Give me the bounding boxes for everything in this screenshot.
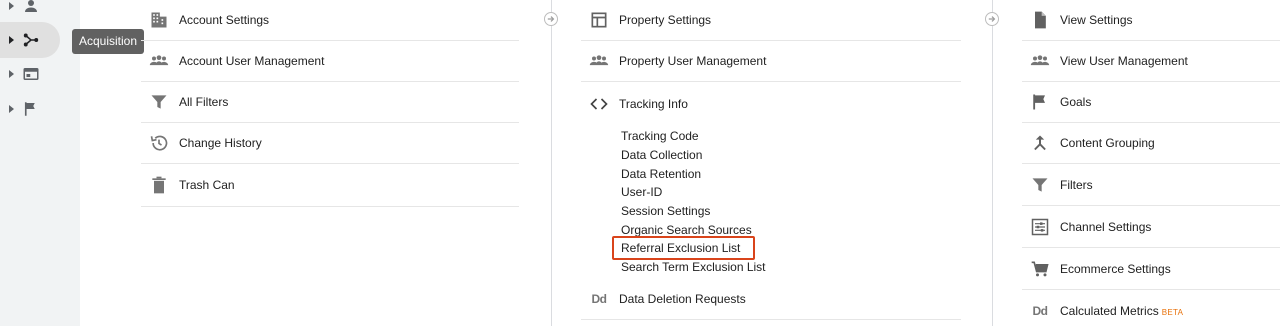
rail-item-acquisition[interactable] [0, 22, 60, 58]
data-deletion-requests-item[interactable]: Dd Data Deletion Requests [581, 278, 961, 320]
menu-item-label: Property User Management [619, 54, 767, 68]
layout-icon [589, 10, 609, 30]
rail-item-behavior[interactable] [0, 56, 60, 92]
flag-icon [24, 102, 35, 116]
column-divider [551, 0, 552, 326]
session-settings-link[interactable]: Session Settings [621, 204, 710, 218]
acquisition-icon [23, 33, 39, 47]
left-nav-rail [0, 0, 80, 326]
menu-item-label: Goals [1060, 95, 1092, 109]
change-history-item[interactable]: Change History [141, 123, 519, 164]
menu-item-label: Data Deletion Requests [619, 291, 746, 306]
menu-item-label: Trash Can [179, 178, 235, 192]
dd-icon: Dd [591, 291, 608, 306]
trash-icon [149, 175, 169, 195]
dd-icon: Dd [1032, 304, 1049, 318]
menu-item-label: Filters [1060, 177, 1093, 192]
goals-item[interactable]: Goals [1022, 82, 1280, 123]
history-icon [149, 133, 169, 153]
beta-badge: BETA [1161, 308, 1184, 317]
calculated-metrics-label: Calculated Metrics [1060, 304, 1159, 318]
menu-item-label: Calculated Metrics BETA [1060, 304, 1183, 318]
content-grouping-item[interactable]: Content Grouping [1022, 123, 1280, 164]
tracking-code-link[interactable]: Tracking Code [621, 129, 699, 143]
tooltip: Acquisition [72, 29, 145, 54]
column-divider [992, 0, 993, 326]
menu-item-label: Content Grouping [1060, 136, 1155, 150]
highlight-box [612, 236, 755, 260]
menu-item-label: All Filters [179, 95, 229, 109]
building-icon [149, 10, 169, 30]
account-settings-item[interactable]: Account Settings [141, 0, 519, 41]
person-icon [25, 0, 37, 12]
user-id-link[interactable]: User-ID [621, 185, 662, 199]
menu-item-label: View User Management [1060, 54, 1188, 68]
caret-right-icon [9, 105, 14, 113]
code-icon [589, 94, 609, 114]
caret-right-icon [9, 70, 14, 78]
people-icon [149, 51, 169, 71]
ecommerce-settings-item[interactable]: Ecommerce Settings [1022, 248, 1280, 290]
merge-icon [1030, 133, 1050, 153]
view-user-management-item[interactable]: View User Management [1022, 41, 1280, 82]
people-icon [1030, 51, 1050, 71]
menu-item-label: Change History [179, 136, 262, 150]
tracking-info-item[interactable]: Tracking Info [581, 82, 961, 126]
flag-icon [1030, 92, 1050, 112]
menu-item-label: Channel Settings [1060, 219, 1152, 234]
browser-window-icon [23, 68, 39, 80]
property-settings-item[interactable]: Property Settings [581, 0, 961, 41]
menu-item-label: Tracking Info [619, 97, 688, 111]
menu-item-label: Ecommerce Settings [1060, 261, 1171, 276]
menu-item-label: Account Settings [179, 13, 270, 27]
menu-item-label: Account User Management [179, 54, 325, 68]
people-icon [589, 51, 609, 71]
view-settings-item[interactable]: View Settings [1022, 0, 1280, 41]
data-retention-link[interactable]: Data Retention [621, 167, 701, 181]
rail-item-audience[interactable] [0, 0, 60, 24]
menu-item-label: View Settings [1060, 13, 1133, 27]
rail-item-conversions[interactable] [0, 91, 60, 127]
caret-right-icon [9, 2, 14, 10]
all-filters-item[interactable]: All Filters [141, 82, 519, 123]
menu-item-label: Property Settings [619, 13, 712, 27]
arrow-right-icon [985, 12, 999, 26]
cart-icon [1030, 259, 1050, 279]
filters-item[interactable]: Filters [1022, 164, 1280, 206]
arrow-right-icon [544, 12, 558, 26]
property-user-management-item[interactable]: Property User Management [581, 41, 961, 82]
channel-icon [1030, 217, 1050, 237]
caret-right-icon [9, 36, 14, 44]
organic-search-sources-link[interactable]: Organic Search Sources [621, 223, 752, 237]
document-icon [1030, 10, 1050, 30]
search-term-exclusion-list-link[interactable]: Search Term Exclusion List [621, 260, 766, 274]
filter-icon [149, 92, 169, 112]
trash-can-item[interactable]: Trash Can [141, 164, 519, 207]
account-user-management-item[interactable]: Account User Management [141, 41, 519, 82]
filter-icon [1030, 175, 1050, 195]
data-collection-link[interactable]: Data Collection [621, 148, 702, 162]
channel-settings-item[interactable]: Channel Settings [1022, 206, 1280, 248]
